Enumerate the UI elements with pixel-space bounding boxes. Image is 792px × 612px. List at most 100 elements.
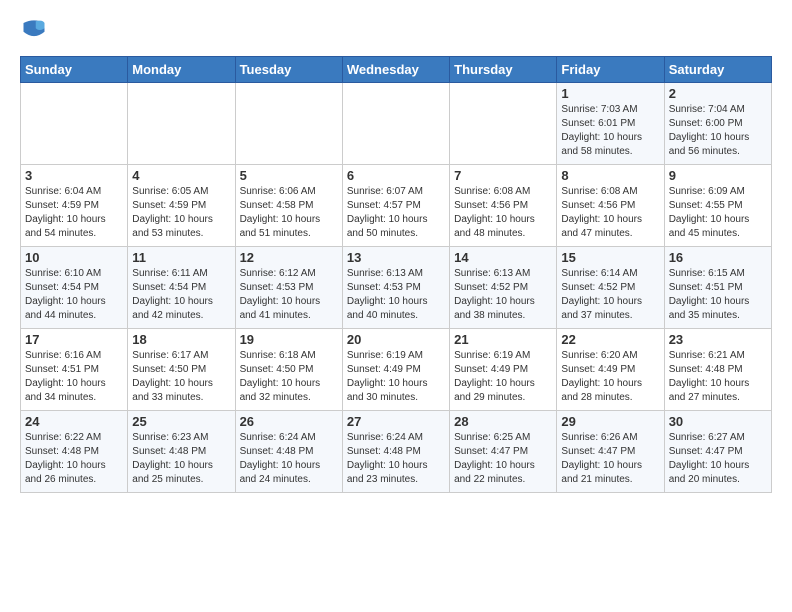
weekday-header-sunday: Sunday — [21, 57, 128, 83]
calendar-cell: 30 Sunrise: 6:27 AM Sunset: 4:47 PM Dayli… — [664, 411, 771, 493]
cell-text: Sunrise: 6:24 AM Sunset: 4:48 PM Dayligh… — [347, 431, 445, 487]
cell-text: Sunrise: 6:23 AM Sunset: 4:48 PM Dayligh… — [132, 431, 230, 487]
cell-text: Sunrise: 7:04 AM Sunset: 6:00 PM Dayligh… — [669, 103, 767, 159]
cell-text: Sunrise: 6:04 AM Sunset: 4:59 PM Dayligh… — [25, 185, 123, 241]
calendar-cell: 11 Sunrise: 6:11 AM Sunset: 4:54 PM Dayli… — [128, 247, 235, 329]
calendar-week-row: 17Sunrise: 6:16 AM Sunset: 4:51 PM Dayli… — [21, 329, 772, 411]
weekday-header-monday: Monday — [128, 57, 235, 83]
day-number: 12 — [240, 250, 338, 265]
cell-text: Sunrise: 6:19 AM Sunset: 4:49 PM Dayligh… — [454, 349, 552, 405]
page: SundayMondayTuesdayWednesdayThursdayFrid… — [0, 0, 792, 503]
calendar-cell: 26 Sunrise: 6:24 AM Sunset: 4:48 PM Dayli… — [235, 411, 342, 493]
calendar-cell: 19Sunrise: 6:18 AM Sunset: 4:50 PM Dayli… — [235, 329, 342, 411]
calendar-cell: 9 Sunrise: 6:09 AM Sunset: 4:55 PM Daylig… — [664, 165, 771, 247]
day-number: 17 — [25, 332, 123, 347]
calendar-cell — [21, 83, 128, 165]
cell-text: Sunrise: 6:08 AM Sunset: 4:56 PM Dayligh… — [561, 185, 659, 241]
day-number: 28 — [454, 414, 552, 429]
calendar-cell: 3 Sunrise: 6:04 AM Sunset: 4:59 PM Daylig… — [21, 165, 128, 247]
day-number: 7 — [454, 168, 552, 183]
cell-text: Sunrise: 6:10 AM Sunset: 4:54 PM Dayligh… — [25, 267, 123, 323]
day-number: 5 — [240, 168, 338, 183]
day-number: 8 — [561, 168, 659, 183]
cell-text: Sunrise: 6:17 AM Sunset: 4:50 PM Dayligh… — [132, 349, 230, 405]
header-area — [20, 16, 772, 44]
calendar-cell — [342, 83, 449, 165]
cell-text: Sunrise: 6:08 AM Sunset: 4:56 PM Dayligh… — [454, 185, 552, 241]
cell-text: Sunrise: 6:20 AM Sunset: 4:49 PM Dayligh… — [561, 349, 659, 405]
calendar-week-row: 24Sunrise: 6:22 AM Sunset: 4:48 PM Dayli… — [21, 411, 772, 493]
day-number: 19 — [240, 332, 338, 347]
cell-text: Sunrise: 6:27 AM Sunset: 4:47 PM Dayligh… — [669, 431, 767, 487]
day-number: 16 — [669, 250, 767, 265]
cell-text: Sunrise: 6:24 AM Sunset: 4:48 PM Dayligh… — [240, 431, 338, 487]
day-number: 23 — [669, 332, 767, 347]
calendar-cell: 28Sunrise: 6:25 AM Sunset: 4:47 PM Dayli… — [450, 411, 557, 493]
calendar-cell: 12 Sunrise: 6:12 AM Sunset: 4:53 PM Dayli… — [235, 247, 342, 329]
calendar-cell — [128, 83, 235, 165]
calendar-cell: 23 Sunrise: 6:21 AM Sunset: 4:48 PM Dayli… — [664, 329, 771, 411]
weekday-header-tuesday: Tuesday — [235, 57, 342, 83]
calendar-cell: 24Sunrise: 6:22 AM Sunset: 4:48 PM Dayli… — [21, 411, 128, 493]
day-number: 20 — [347, 332, 445, 347]
cell-text: Sunrise: 6:21 AM Sunset: 4:48 PM Dayligh… — [669, 349, 767, 405]
calendar-cell: 17Sunrise: 6:16 AM Sunset: 4:51 PM Dayli… — [21, 329, 128, 411]
day-number: 11 — [132, 250, 230, 265]
day-number: 27 — [347, 414, 445, 429]
calendar-week-row: 1 Sunrise: 7:03 AM Sunset: 6:01 PM Daylig… — [21, 83, 772, 165]
day-number: 30 — [669, 414, 767, 429]
cell-text: Sunrise: 6:15 AM Sunset: 4:51 PM Dayligh… — [669, 267, 767, 323]
calendar-cell: 29 Sunrise: 6:26 AM Sunset: 4:47 PM Dayli… — [557, 411, 664, 493]
calendar-cell: 5 Sunrise: 6:06 AM Sunset: 4:58 PM Daylig… — [235, 165, 342, 247]
day-number: 24 — [25, 414, 123, 429]
day-number: 14 — [454, 250, 552, 265]
calendar-cell: 8 Sunrise: 6:08 AM Sunset: 4:56 PM Daylig… — [557, 165, 664, 247]
day-number: 2 — [669, 86, 767, 101]
day-number: 4 — [132, 168, 230, 183]
cell-text: Sunrise: 6:06 AM Sunset: 4:58 PM Dayligh… — [240, 185, 338, 241]
calendar-cell: 14Sunrise: 6:13 AM Sunset: 4:52 PM Dayli… — [450, 247, 557, 329]
day-number: 21 — [454, 332, 552, 347]
day-number: 10 — [25, 250, 123, 265]
cell-text: Sunrise: 6:19 AM Sunset: 4:49 PM Dayligh… — [347, 349, 445, 405]
day-number: 13 — [347, 250, 445, 265]
calendar-week-row: 10 Sunrise: 6:10 AM Sunset: 4:54 PM Dayli… — [21, 247, 772, 329]
calendar-cell: 21 Sunrise: 6:19 AM Sunset: 4:49 PM Dayli… — [450, 329, 557, 411]
calendar-week-row: 3 Sunrise: 6:04 AM Sunset: 4:59 PM Daylig… — [21, 165, 772, 247]
day-number: 25 — [132, 414, 230, 429]
day-number: 18 — [132, 332, 230, 347]
calendar-cell: 15 Sunrise: 6:14 AM Sunset: 4:52 PM Dayli… — [557, 247, 664, 329]
day-number: 15 — [561, 250, 659, 265]
weekday-header-friday: Friday — [557, 57, 664, 83]
calendar-cell: 20 Sunrise: 6:19 AM Sunset: 4:49 PM Dayli… — [342, 329, 449, 411]
weekday-header-wednesday: Wednesday — [342, 57, 449, 83]
cell-text: Sunrise: 6:11 AM Sunset: 4:54 PM Dayligh… — [132, 267, 230, 323]
weekday-header-row: SundayMondayTuesdayWednesdayThursdayFrid… — [21, 57, 772, 83]
calendar-cell — [235, 83, 342, 165]
day-number: 9 — [669, 168, 767, 183]
cell-text: Sunrise: 7:03 AM Sunset: 6:01 PM Dayligh… — [561, 103, 659, 159]
calendar-cell: 2 Sunrise: 7:04 AM Sunset: 6:00 PM Daylig… — [664, 83, 771, 165]
day-number: 1 — [561, 86, 659, 101]
calendar-cell: 25 Sunrise: 6:23 AM Sunset: 4:48 PM Dayli… — [128, 411, 235, 493]
calendar-cell: 7 Sunrise: 6:08 AM Sunset: 4:56 PM Daylig… — [450, 165, 557, 247]
day-number: 3 — [25, 168, 123, 183]
day-number: 29 — [561, 414, 659, 429]
cell-text: Sunrise: 6:14 AM Sunset: 4:52 PM Dayligh… — [561, 267, 659, 323]
logo-icon — [20, 16, 48, 44]
calendar-cell — [450, 83, 557, 165]
cell-text: Sunrise: 6:12 AM Sunset: 4:53 PM Dayligh… — [240, 267, 338, 323]
cell-text: Sunrise: 6:09 AM Sunset: 4:55 PM Dayligh… — [669, 185, 767, 241]
day-number: 26 — [240, 414, 338, 429]
calendar-cell: 1 Sunrise: 7:03 AM Sunset: 6:01 PM Daylig… — [557, 83, 664, 165]
calendar-cell: 10 Sunrise: 6:10 AM Sunset: 4:54 PM Dayli… — [21, 247, 128, 329]
calendar-cell: 16 Sunrise: 6:15 AM Sunset: 4:51 PM Dayli… — [664, 247, 771, 329]
cell-text: Sunrise: 6:26 AM Sunset: 4:47 PM Dayligh… — [561, 431, 659, 487]
weekday-header-thursday: Thursday — [450, 57, 557, 83]
calendar-cell: 18 Sunrise: 6:17 AM Sunset: 4:50 PM Dayli… — [128, 329, 235, 411]
cell-text: Sunrise: 6:13 AM Sunset: 4:53 PM Dayligh… — [347, 267, 445, 323]
calendar-cell: 27 Sunrise: 6:24 AM Sunset: 4:48 PM Dayli… — [342, 411, 449, 493]
calendar-cell: 6Sunrise: 6:07 AM Sunset: 4:57 PM Daylig… — [342, 165, 449, 247]
day-number: 22 — [561, 332, 659, 347]
logo — [20, 16, 52, 44]
